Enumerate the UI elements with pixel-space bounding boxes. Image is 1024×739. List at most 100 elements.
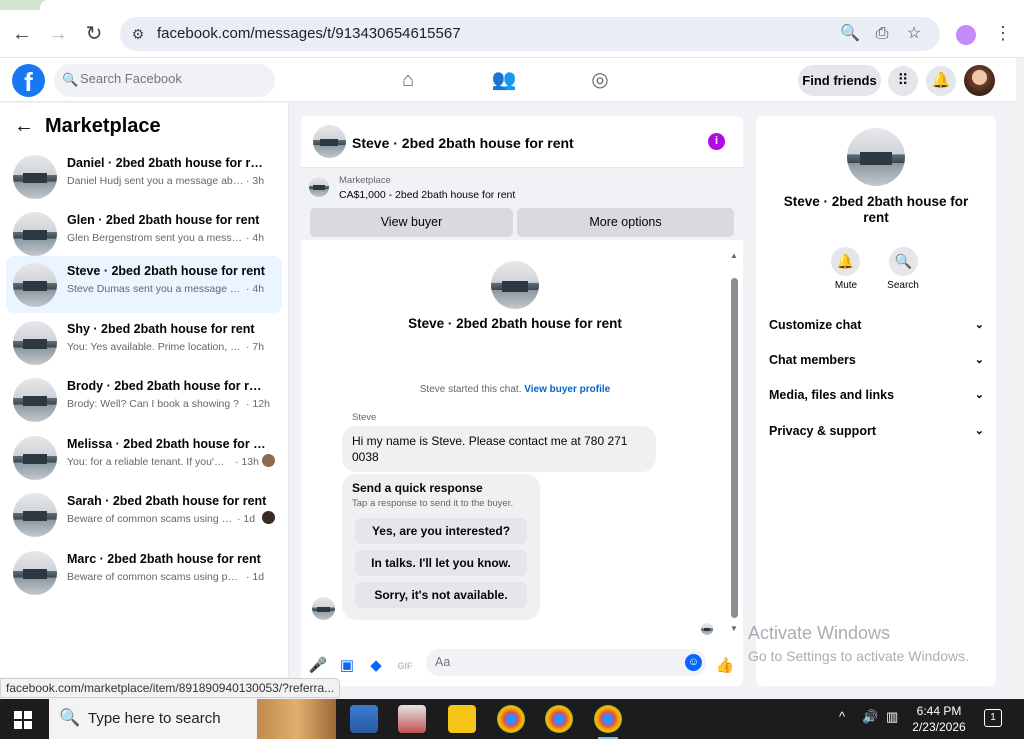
groups-icon[interactable]: ◎ [586, 66, 614, 94]
quick-reply-button[interactable]: Sorry, it's not available. [355, 582, 527, 608]
listing-thumbnail [13, 263, 57, 307]
message-input[interactable] [435, 655, 675, 669]
conversation-snippet: Brody: Well? Can I book a showing ? [67, 398, 239, 410]
account-avatar[interactable] [964, 65, 995, 96]
conversation-time: · 4h [246, 283, 265, 295]
volume-icon[interactable]: 🔊 [862, 709, 878, 725]
conversation-time: · 13h [235, 456, 259, 468]
address-bar[interactable]: ⚙ facebook.com/messages/t/91343065461556… [120, 17, 940, 51]
chat-intro-name: Steve · 2bed 2bath house for rent [408, 316, 622, 331]
chat-thumbnail[interactable] [313, 125, 346, 158]
this-pc-icon[interactable] [350, 705, 378, 733]
conversation-item[interactable]: Glen · 2bed 2bath house for rent Glen Be… [6, 205, 282, 262]
activate-windows-watermark: Activate Windows [748, 623, 891, 643]
chrome-active-icon[interactable] [594, 705, 622, 739]
customize-chat-section[interactable]: Customize chat ⌄ [769, 313, 984, 337]
quick-reply-button[interactable]: In talks. I'll let you know. [355, 550, 527, 576]
sticker-icon[interactable]: ◆ [366, 656, 386, 676]
chat-title[interactable]: Steve · 2bed 2bath house for rent [352, 135, 574, 151]
search-label: Search [887, 280, 919, 291]
menu-grid-icon[interactable]: ⠿ [888, 66, 918, 96]
search-highlight-image [257, 699, 336, 739]
conversation-time: · 4h [246, 232, 265, 244]
listing-thumbnail [13, 212, 57, 256]
conversation-item[interactable]: Brody · 2bed 2bath house for rent Brody:… [6, 371, 282, 428]
page-scrollbar[interactable] [1016, 58, 1024, 698]
search-icon: 🔍 [62, 72, 79, 87]
view-buyer-button[interactable]: View buyer [310, 208, 513, 237]
home-icon[interactable]: ⌂ [394, 66, 422, 94]
sticky-notes-icon[interactable] [448, 705, 476, 733]
listing-price-title[interactable]: CA$1,000 - 2bed 2bath house for rent [339, 189, 515, 201]
gif-icon[interactable]: GIF [395, 656, 415, 676]
more-options-button[interactable]: More options [517, 208, 734, 237]
profile-extension-icon[interactable] [956, 25, 976, 45]
chat-scrollbar[interactable] [731, 278, 738, 618]
conversation-item[interactable]: Shy · 2bed 2bath house for rent You: Yes… [6, 314, 282, 371]
clock-date: 2/23/2026 [912, 720, 966, 734]
taskbar-search-placeholder: Type here to search [88, 710, 221, 727]
listing-thumbnail [13, 321, 57, 365]
install-app-icon[interactable]: ⎙ [872, 24, 892, 44]
conversation-item[interactable]: Sarah · 2bed 2bath house for rent Beware… [6, 486, 282, 543]
conversation-name: Daniel · 2bed 2bath house for rent [67, 156, 267, 170]
chrome-profile-icon[interactable] [545, 705, 573, 733]
back-arrow-icon[interactable]: ← [10, 22, 34, 46]
zoom-icon[interactable]: 🔍 [840, 24, 860, 44]
taskbar-search[interactable]: 🔍 Type here to search [49, 699, 336, 739]
message-input-box[interactable]: ☺ [426, 649, 706, 676]
chat-members-section[interactable]: Chat members ⌄ [769, 348, 984, 372]
conversation-time: · 1d [237, 513, 256, 525]
friends-icon[interactable]: 👥 [490, 66, 518, 94]
search-icon[interactable]: 🔍 [889, 247, 918, 276]
emoji-icon[interactable]: ☺ [685, 654, 702, 671]
section-label: Privacy & support [769, 424, 876, 438]
scroll-down-arrow-icon[interactable]: ▼ [730, 624, 738, 633]
conversation-time: · 7h [246, 341, 265, 353]
microphone-icon[interactable]: 🎤 [308, 656, 328, 676]
notification-center-icon[interactable]: 1 [984, 709, 1002, 727]
facebook-search[interactable]: 🔍 [54, 64, 275, 97]
conversation-item-selected[interactable]: Steve · 2bed 2bath house for rent Steve … [6, 256, 282, 313]
listing-thumbnail [13, 551, 57, 595]
info-icon[interactable]: i [708, 133, 725, 150]
mute-bell-icon[interactable]: 🔔 [831, 247, 860, 276]
media-files-links-section[interactable]: Media, files and links ⌄ [769, 383, 984, 407]
view-buyer-profile-link[interactable]: View buyer profile [524, 384, 610, 395]
browser-menu-icon[interactable]: ⋮ [994, 23, 1012, 44]
conversation-snippet: You: Yes available. Prime location, bea.… [67, 341, 245, 353]
conversation-item[interactable]: Melissa · 2bed 2bath house for r... You:… [6, 429, 282, 486]
facebook-search-input[interactable] [80, 71, 260, 86]
search-icon: 🔍 [59, 708, 81, 727]
chevron-down-icon: ⌄ [974, 354, 984, 366]
notifications-bell-icon[interactable]: 🔔 [926, 66, 956, 96]
network-icon[interactable]: ▥ [886, 709, 898, 725]
privacy-support-section[interactable]: Privacy & support ⌄ [769, 419, 984, 443]
chat-started-note: Steve started this chat. View buyer prof… [301, 384, 729, 395]
facebook-logo-icon[interactable]: f [12, 64, 45, 97]
forward-arrow-icon[interactable]: → [46, 22, 70, 46]
conversation-time: · 3h [246, 175, 265, 187]
site-settings-icon[interactable]: ⚙ [128, 24, 148, 44]
message-bubble: Hi my name is Steve. Please contact me a… [342, 426, 656, 472]
bookmark-star-icon[interactable]: ☆ [904, 24, 924, 44]
snipping-tool-icon[interactable] [398, 705, 426, 733]
windows-start-icon[interactable] [14, 711, 32, 729]
scroll-up-arrow-icon[interactable]: ▲ [730, 251, 738, 260]
back-arrow-icon[interactable]: ← [14, 115, 34, 138]
started-text: Steve started this chat. [419, 384, 522, 395]
conversation-item[interactable]: Daniel · 2bed 2bath house for rent Danie… [6, 148, 282, 205]
chrome-profile-k-icon[interactable] [497, 705, 525, 733]
reload-icon[interactable]: ↻ [82, 22, 106, 46]
quick-reply-button[interactable]: Yes, are you interested? [355, 518, 527, 544]
conversation-snippet: Beware of common scams using pay... [67, 571, 243, 583]
conversation-time: · 12h [246, 398, 270, 410]
show-hidden-icons-chevron-icon[interactable]: ^ [839, 709, 845, 724]
like-thumb-icon[interactable]: 👍 [715, 656, 735, 676]
photo-icon[interactable]: ▣ [337, 656, 357, 676]
find-friends-button[interactable]: Find friends [798, 65, 881, 96]
url-text[interactable]: facebook.com/messages/t/913430654615567 [157, 25, 461, 42]
taskbar-clock[interactable]: 6:44 PM 2/23/2026 [905, 703, 973, 735]
conversation-item[interactable]: Marc · 2bed 2bath house for rent Beware … [6, 544, 282, 601]
browser-active-tab[interactable] [40, 0, 1024, 10]
